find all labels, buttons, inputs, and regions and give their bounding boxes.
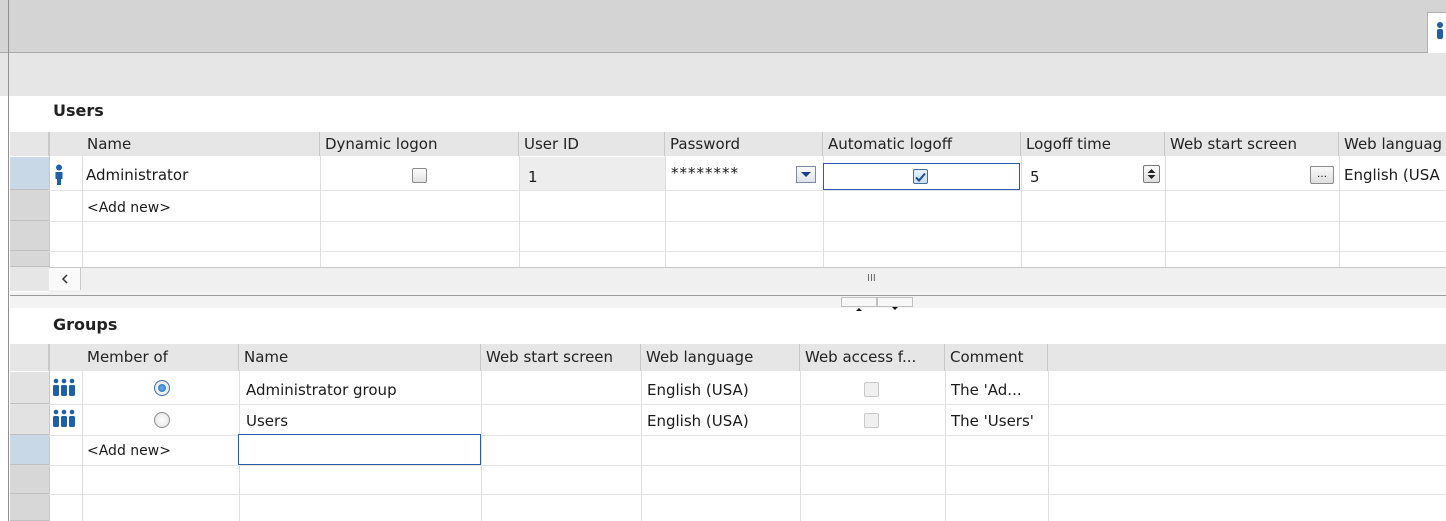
col-web-access[interactable]: Web access f...	[800, 344, 945, 371]
group-comment-cell[interactable]: The 'Ad...	[951, 379, 1022, 401]
users-header: Name Dynamic logon User ID Password Auto…	[10, 132, 1446, 156]
col-name[interactable]: Name	[82, 132, 320, 156]
scroll-left-button[interactable]	[49, 268, 81, 290]
group-icon	[53, 378, 75, 396]
grid-line	[945, 371, 946, 521]
grid-line	[49, 221, 1446, 222]
row-selector[interactable]	[10, 494, 49, 521]
grid-line	[49, 494, 1446, 495]
groups-section-title: Groups	[53, 315, 118, 334]
editor-toolbar	[0, 0, 1446, 53]
toolbar-band	[0, 53, 1446, 96]
checkmark-icon	[915, 172, 926, 182]
spinner-icon	[1147, 169, 1156, 179]
pane-splitter[interactable]	[10, 292, 1446, 311]
col-logoff-time[interactable]: Logoff time	[1021, 132, 1165, 156]
web-access-checkbox[interactable]	[864, 413, 879, 428]
grid-line	[49, 465, 1446, 466]
web-language-cell[interactable]: English (USA	[1344, 164, 1440, 186]
row-selector[interactable]	[10, 435, 49, 465]
arrow-up-icon	[856, 308, 862, 311]
users-header-corner	[10, 132, 49, 156]
grid-line	[800, 371, 801, 521]
users-tab[interactable]	[1427, 12, 1446, 53]
group-comment-cell[interactable]: The 'Users'	[951, 410, 1034, 432]
grid-line	[49, 404, 1446, 405]
col-comment[interactable]: Comment	[945, 344, 1048, 371]
user-name-cell[interactable]: Administrator	[86, 164, 188, 186]
col-user-id[interactable]: User ID	[519, 132, 665, 156]
dropdown-arrow-icon	[801, 172, 811, 177]
grid-line	[1048, 371, 1049, 521]
web-start-screen-browse-button[interactable]: …	[1310, 166, 1334, 184]
row-selector[interactable]	[10, 221, 49, 251]
users-gutter-line	[49, 132, 50, 267]
user-icon	[1437, 22, 1443, 39]
row-selector[interactable]	[10, 465, 49, 494]
users-section-title: Users	[53, 101, 104, 120]
left-border	[8, 0, 9, 521]
col-automatic-logoff[interactable]: Automatic logoff	[823, 132, 1021, 156]
row-selector[interactable]	[10, 404, 49, 435]
splitter-line	[10, 295, 1446, 296]
split-down-button[interactable]	[877, 297, 913, 310]
col-password[interactable]: Password	[665, 132, 823, 156]
row-selector[interactable]	[10, 190, 49, 221]
chevron-left-icon	[61, 274, 68, 284]
password-dropdown-button[interactable]	[796, 166, 816, 183]
col-web-start-screen[interactable]: Web start screen	[1165, 132, 1339, 156]
scrollbar-corner	[10, 267, 49, 291]
logoff-time-spinner[interactable]	[1143, 165, 1160, 183]
grid-line	[49, 251, 1446, 252]
row-selector[interactable]	[10, 251, 49, 267]
horizontal-scrollbar[interactable]: III	[49, 267, 1446, 293]
user-id-readonly-bg	[520, 157, 665, 190]
row-selector[interactable]	[10, 372, 49, 404]
groups-header: Member of Name Web start screen Web lang…	[10, 344, 1446, 371]
group-name-cell[interactable]: Users	[246, 410, 288, 432]
groups-header-corner	[10, 344, 49, 371]
col-group-web-language[interactable]: Web language	[641, 344, 800, 371]
col-dynamic-logon[interactable]: Dynamic logon	[320, 132, 519, 156]
password-cell[interactable]: ********	[671, 162, 739, 184]
add-new-user[interactable]: <Add new>	[87, 197, 171, 219]
split-up-button[interactable]	[841, 297, 877, 311]
user-icon	[55, 164, 63, 185]
group-icon	[53, 409, 75, 427]
grid-line	[82, 371, 83, 521]
automatic-logoff-checkbox[interactable]	[913, 169, 928, 184]
logoff-time-cell[interactable]: 5	[1030, 166, 1040, 188]
add-new-group[interactable]: <Add new>	[87, 440, 171, 462]
group-web-language-cell[interactable]: English (USA)	[647, 379, 749, 401]
col-group-name[interactable]: Name	[239, 344, 481, 371]
col-group-web-start-screen[interactable]: Web start screen	[481, 344, 641, 371]
row-selector[interactable]	[10, 157, 49, 190]
dynamic-logon-checkbox[interactable]	[412, 168, 427, 183]
grid-line	[49, 190, 1446, 191]
group-web-language-cell[interactable]: English (USA)	[647, 410, 749, 432]
new-group-name-input[interactable]	[238, 434, 481, 465]
col-member-of[interactable]: Member of	[82, 344, 239, 371]
scroll-grip: III	[867, 273, 876, 284]
group-name-cell[interactable]: Administrator group	[246, 379, 397, 401]
user-id-cell[interactable]: 1	[528, 166, 538, 188]
grid-line	[481, 371, 482, 521]
member-of-radio[interactable]	[154, 412, 170, 428]
automatic-logoff-cell[interactable]	[823, 163, 1020, 190]
arrow-down-icon	[892, 307, 898, 310]
grid-line	[641, 371, 642, 521]
member-of-radio[interactable]	[154, 380, 170, 396]
web-access-checkbox[interactable]	[864, 382, 879, 397]
col-web-language[interactable]: Web languag	[1339, 132, 1446, 156]
